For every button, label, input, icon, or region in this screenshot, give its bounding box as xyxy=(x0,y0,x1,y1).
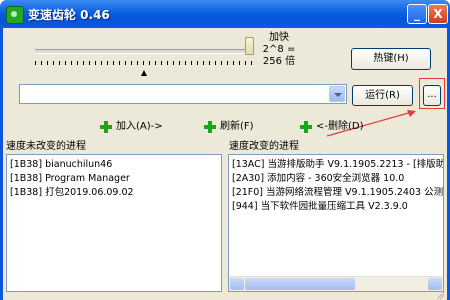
remove-plus-icon xyxy=(299,120,313,134)
resize-grip-icon[interactable] xyxy=(435,290,445,300)
list-item[interactable]: [1B38] bianuchilun46 xyxy=(7,158,221,172)
title-bar[interactable]: 变速齿轮 0.46 _ X xyxy=(0,0,450,28)
add-plus-icon xyxy=(99,120,113,134)
list-item[interactable]: [2A30] 添加内容 - 360安全浏览器 10.0 xyxy=(229,172,443,186)
window-title: 变速齿轮 0.46 xyxy=(28,8,110,22)
horizontal-scrollbar[interactable] xyxy=(229,276,443,291)
refresh-plus-icon xyxy=(203,120,217,134)
add-label: 加入(A)-> xyxy=(116,121,163,132)
list-item[interactable]: [13AC] 当游排版助手 V9.1.1905.2213 - [排版助手 xyxy=(229,158,443,172)
close-button[interactable]: X xyxy=(428,4,448,24)
changed-processes-title: 速度改变的进程 xyxy=(229,141,299,152)
refresh-label: 刷新(F) xyxy=(220,121,254,132)
add-process-button[interactable]: 加入(A)-> xyxy=(99,120,163,134)
list-item[interactable]: [1B38] Program Manager xyxy=(7,172,221,186)
unchanged-process-list[interactable]: [1B38] bianuchilun46 [1B38] Program Mana… xyxy=(6,154,222,292)
refresh-button[interactable]: 刷新(F) xyxy=(203,120,254,134)
remove-process-button[interactable]: <-删除(D) xyxy=(299,120,364,134)
list-item[interactable]: [21F0] 当游网络流程管理 V9.1.1905.2403 公测版 xyxy=(229,186,443,200)
scroll-left-icon[interactable] xyxy=(230,278,244,290)
scroll-right-icon[interactable] xyxy=(428,278,442,290)
main-window: 变速齿轮 0.46 _ X 加快 2^8 = 256 倍 热键(H) 运行(R)… xyxy=(0,0,450,300)
list-item[interactable]: [944] 当下软件园批量压缩工具 V2.3.9.0 xyxy=(229,200,443,214)
app-icon xyxy=(6,6,24,24)
remove-label: <-删除(D) xyxy=(316,121,364,132)
client-area: 加快 2^8 = 256 倍 热键(H) 运行(R) ... 加入(A)-> 刷… xyxy=(3,28,447,300)
unchanged-processes-title: 速度未改变的进程 xyxy=(6,141,86,152)
list-item[interactable]: [1B38] 打包2019.06.09.02 xyxy=(7,186,221,200)
changed-process-list[interactable]: [13AC] 当游排版助手 V9.1.1905.2213 - [排版助手 [2A… xyxy=(228,154,444,292)
minimize-button[interactable]: _ xyxy=(407,4,427,24)
scroll-thumb[interactable] xyxy=(245,278,355,290)
